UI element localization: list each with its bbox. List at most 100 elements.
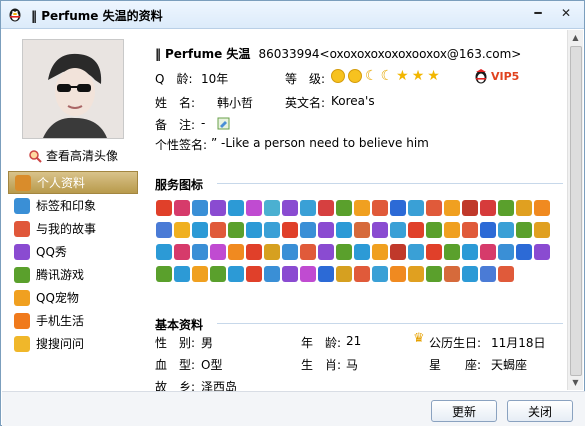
service-icon[interactable] bbox=[426, 222, 442, 238]
service-icon[interactable] bbox=[354, 244, 370, 260]
level-icons[interactable]: ☾ ☾ ★ ★ ★ bbox=[331, 69, 443, 83]
service-icon[interactable] bbox=[336, 266, 352, 282]
service-icon[interactable] bbox=[264, 266, 280, 282]
service-icon[interactable] bbox=[318, 222, 334, 238]
service-icon[interactable] bbox=[444, 244, 460, 260]
service-icon[interactable] bbox=[174, 244, 190, 260]
service-icon[interactable] bbox=[228, 200, 244, 216]
close-button[interactable]: 关闭 bbox=[507, 400, 573, 422]
service-icon[interactable] bbox=[462, 266, 478, 282]
service-icon[interactable] bbox=[354, 200, 370, 216]
service-icon[interactable] bbox=[174, 200, 190, 216]
service-icon[interactable] bbox=[282, 200, 298, 216]
sidebar-item-3[interactable]: QQ秀 bbox=[8, 240, 138, 263]
sidebar-item-0[interactable]: 个人资料 bbox=[8, 171, 138, 194]
service-icon[interactable] bbox=[516, 222, 532, 238]
service-icon[interactable] bbox=[444, 200, 460, 216]
service-icon[interactable] bbox=[462, 222, 478, 238]
service-icon[interactable] bbox=[534, 222, 550, 238]
service-icon[interactable] bbox=[408, 266, 424, 282]
service-icon[interactable] bbox=[210, 222, 226, 238]
service-icon[interactable] bbox=[300, 200, 316, 216]
service-icon[interactable] bbox=[210, 244, 226, 260]
service-icon[interactable] bbox=[228, 222, 244, 238]
service-icon[interactable] bbox=[174, 266, 190, 282]
service-icon[interactable] bbox=[426, 200, 442, 216]
service-icon[interactable] bbox=[372, 222, 388, 238]
service-icon[interactable] bbox=[246, 222, 262, 238]
refresh-button[interactable]: 更新 bbox=[431, 400, 497, 422]
service-icon[interactable] bbox=[390, 222, 406, 238]
service-icon[interactable] bbox=[318, 244, 334, 260]
service-icon[interactable] bbox=[174, 222, 190, 238]
service-icon[interactable] bbox=[498, 200, 514, 216]
service-icon[interactable] bbox=[246, 244, 262, 260]
sidebar-item-1[interactable]: 标签和印象 bbox=[8, 194, 138, 217]
close-window-button[interactable]: ✕ bbox=[554, 3, 578, 23]
service-icon[interactable] bbox=[426, 244, 442, 260]
service-icon[interactable] bbox=[534, 200, 550, 216]
service-icon[interactable] bbox=[390, 266, 406, 282]
service-icon[interactable] bbox=[354, 266, 370, 282]
service-icon[interactable] bbox=[462, 244, 478, 260]
service-icon[interactable] bbox=[498, 266, 514, 282]
service-icon[interactable] bbox=[210, 266, 226, 282]
sidebar-item-7[interactable]: 搜搜问问 bbox=[8, 332, 138, 355]
service-icon[interactable] bbox=[354, 222, 370, 238]
service-icon[interactable] bbox=[282, 266, 298, 282]
service-icon[interactable] bbox=[264, 222, 280, 238]
service-icon[interactable] bbox=[498, 244, 514, 260]
scroll-down-arrow-icon[interactable]: ▼ bbox=[568, 375, 583, 390]
vip-badge[interactable]: VIP5 bbox=[473, 68, 519, 84]
service-icon[interactable] bbox=[228, 266, 244, 282]
service-icon[interactable] bbox=[210, 200, 226, 216]
service-icon[interactable] bbox=[318, 200, 334, 216]
view-hd-avatar-link[interactable]: 查看高清头像 bbox=[28, 147, 118, 164]
service-icon[interactable] bbox=[408, 222, 424, 238]
service-icon[interactable] bbox=[336, 244, 352, 260]
service-icon[interactable] bbox=[426, 266, 442, 282]
sidebar-item-4[interactable]: 腾讯游戏 bbox=[8, 263, 138, 286]
service-icon[interactable] bbox=[156, 244, 172, 260]
service-icon[interactable] bbox=[480, 222, 496, 238]
service-icon[interactable] bbox=[480, 200, 496, 216]
service-icon[interactable] bbox=[282, 244, 298, 260]
scrollbar[interactable]: ▲ ▼ bbox=[567, 30, 583, 390]
service-icon[interactable] bbox=[318, 266, 334, 282]
service-icon[interactable] bbox=[192, 222, 208, 238]
service-icon[interactable] bbox=[300, 244, 316, 260]
scroll-thumb[interactable] bbox=[570, 46, 582, 376]
sidebar-item-5[interactable]: QQ宠物 bbox=[8, 286, 138, 309]
service-icon[interactable] bbox=[408, 244, 424, 260]
service-icon[interactable] bbox=[390, 200, 406, 216]
service-icon[interactable] bbox=[156, 200, 172, 216]
service-icon[interactable] bbox=[480, 266, 496, 282]
service-icon[interactable] bbox=[498, 222, 514, 238]
service-icon[interactable] bbox=[192, 244, 208, 260]
service-icon[interactable] bbox=[372, 244, 388, 260]
service-icon[interactable] bbox=[372, 266, 388, 282]
service-icon[interactable] bbox=[462, 200, 478, 216]
service-icon[interactable] bbox=[246, 266, 262, 282]
service-icon[interactable] bbox=[444, 222, 460, 238]
sidebar-item-6[interactable]: 手机生活 bbox=[8, 309, 138, 332]
service-icon[interactable] bbox=[156, 266, 172, 282]
service-icon[interactable] bbox=[264, 244, 280, 260]
service-icon[interactable] bbox=[516, 244, 532, 260]
service-icon[interactable] bbox=[336, 200, 352, 216]
service-icon[interactable] bbox=[228, 244, 244, 260]
service-icon[interactable] bbox=[480, 244, 496, 260]
scroll-up-arrow-icon[interactable]: ▲ bbox=[568, 30, 583, 45]
minimize-button[interactable]: ━ bbox=[526, 3, 550, 23]
service-icon[interactable] bbox=[408, 200, 424, 216]
service-icon[interactable] bbox=[300, 266, 316, 282]
service-icon[interactable] bbox=[516, 200, 532, 216]
service-icon[interactable] bbox=[246, 200, 262, 216]
service-icon[interactable] bbox=[444, 266, 460, 282]
service-icon[interactable] bbox=[534, 244, 550, 260]
service-icon[interactable] bbox=[156, 222, 172, 238]
service-icon[interactable] bbox=[282, 222, 298, 238]
edit-note-icon[interactable] bbox=[217, 117, 230, 130]
service-icon[interactable] bbox=[336, 222, 352, 238]
qq-email[interactable]: 86033994<oxoxoxoxoxoxooxox@163.com> bbox=[258, 47, 521, 61]
